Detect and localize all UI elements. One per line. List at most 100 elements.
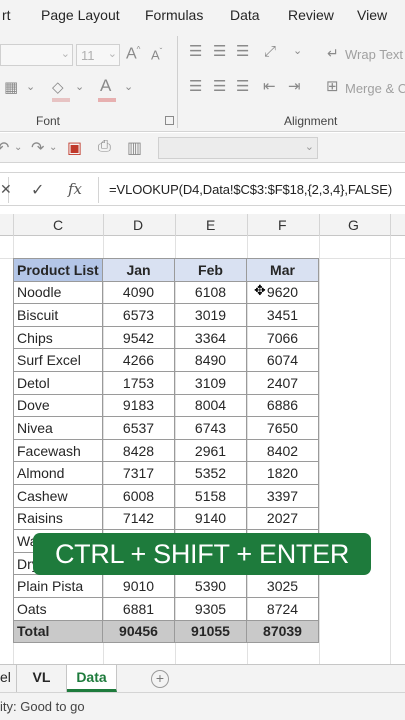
value-cell[interactable]: 9542 (102, 325, 175, 350)
value-cell[interactable]: 5158 (174, 483, 247, 508)
tab-view[interactable]: View (357, 7, 387, 23)
product-cell[interactable]: Dove (13, 393, 103, 418)
value-cell[interactable]: 91055 (174, 619, 247, 644)
value-cell[interactable]: 7066 (246, 325, 319, 350)
increase-font-icon[interactable]: A^ (126, 46, 140, 62)
wrap-text-label[interactable]: Wrap Text (345, 47, 403, 62)
align-center-icon[interactable]: ☰ (213, 79, 226, 94)
value-cell[interactable]: 6886 (246, 393, 319, 418)
chevron-down-icon[interactable]: ⌄ (293, 46, 302, 57)
increase-indent-icon[interactable]: ⇥ (288, 79, 301, 94)
tab-page-layout[interactable]: Page Layout (41, 7, 120, 23)
column-header-d[interactable]: D (133, 217, 143, 233)
align-middle-icon[interactable]: ☰ (213, 44, 226, 59)
value-cell[interactable]: 8428 (102, 438, 175, 463)
insert-function-icon[interactable]: fx (68, 180, 82, 198)
cancel-icon[interactable]: ✕ (0, 181, 12, 198)
add-sheet-icon[interactable]: + (151, 670, 169, 688)
value-cell[interactable]: 3364 (174, 325, 247, 350)
product-cell[interactable]: Facewash (13, 438, 103, 463)
value-cell[interactable]: 4090 (102, 280, 175, 305)
value-cell[interactable]: 6573 (102, 303, 175, 327)
column-header-f[interactable]: F (278, 217, 287, 233)
accessibility-status[interactable]: ity: Good to go (0, 699, 85, 714)
chevron-down-icon[interactable]: ⌄ (26, 82, 35, 93)
value-cell[interactable]: 2961 (174, 438, 247, 463)
chevron-down-icon[interactable]: ⌄ (124, 82, 133, 93)
formula-input[interactable]: =VLOOKUP(D4,Data!$C$3:$F$18,{2,3,4},FALS… (109, 182, 392, 197)
font-dialog-launcher-icon[interactable] (165, 116, 174, 125)
merge-center-label[interactable]: Merge & C (345, 81, 405, 96)
value-cell[interactable]: 6881 (102, 596, 175, 621)
merge-center-icon[interactable]: ⊞ (326, 79, 339, 94)
value-cell[interactable]: 9305 (174, 596, 247, 621)
decrease-font-icon[interactable]: Aˇ (151, 48, 162, 62)
value-cell[interactable]: Feb (174, 258, 247, 282)
value-cell[interactable]: 9140 (174, 506, 247, 531)
value-cell[interactable]: 7317 (102, 461, 175, 485)
column-header-e[interactable]: E (206, 217, 215, 233)
value-cell[interactable]: 6537 (102, 416, 175, 440)
value-cell[interactable]: 90456 (102, 619, 175, 644)
font-size-box[interactable]: 11 ⌄ (76, 44, 120, 66)
product-cell[interactable]: Biscuit (13, 303, 103, 327)
wrap-text-icon[interactable]: ↵ (327, 46, 339, 60)
product-cell[interactable]: Total (13, 619, 103, 644)
product-cell[interactable]: Noodle (13, 280, 103, 305)
chevron-down-icon[interactable]: ⌄ (14, 142, 22, 153)
tab-insert-partial[interactable]: rt (2, 7, 11, 23)
fill-color-icon[interactable]: ◇ (52, 80, 64, 95)
enter-icon[interactable]: ✓ (31, 180, 44, 200)
value-cell[interactable]: 8402 (246, 438, 319, 463)
product-cell[interactable]: Cashew (13, 483, 103, 508)
value-cell[interactable]: 6008 (102, 483, 175, 508)
align-top-icon[interactable]: ☰ (189, 44, 202, 59)
value-cell[interactable]: 9183 (102, 393, 175, 418)
value-cell[interactable]: Jan (102, 258, 175, 282)
value-cell[interactable]: 2407 (246, 370, 319, 395)
value-cell[interactable]: 3025 (246, 574, 319, 598)
product-cell[interactable]: Plain Pista (13, 574, 103, 598)
value-cell[interactable]: 8490 (174, 348, 247, 372)
value-cell[interactable]: 87039 (246, 619, 319, 644)
quick-access-combo[interactable]: ⌄ (158, 137, 318, 159)
undo-icon[interactable]: ↶ (0, 138, 9, 158)
font-name-box[interactable]: ⌄ (0, 44, 73, 66)
value-cell[interactable]: 3397 (246, 483, 319, 508)
product-cell[interactable]: Chips (13, 325, 103, 350)
value-cell[interactable]: 5390 (174, 574, 247, 598)
value-cell[interactable]: 7650 (246, 416, 319, 440)
sheet-tab-partial[interactable]: el (0, 665, 17, 692)
redo-icon[interactable]: ↷ (31, 138, 44, 158)
column-header-c[interactable]: C (53, 217, 63, 233)
chevron-down-icon[interactable]: ⌄ (49, 142, 57, 153)
value-cell[interactable]: Mar (246, 258, 319, 282)
value-cell[interactable]: 7142 (102, 506, 175, 531)
sheet-tab-data[interactable]: Data (67, 665, 117, 692)
value-cell[interactable]: 6108 (174, 280, 247, 305)
product-cell[interactable]: Nivea (13, 416, 103, 440)
value-cell[interactable]: 9010 (102, 574, 175, 598)
save-pdf-icon[interactable]: ▣ (67, 138, 82, 158)
chevron-down-icon[interactable]: ⌄ (75, 82, 84, 93)
value-cell[interactable]: 6074 (246, 348, 319, 372)
value-cell[interactable]: 8724 (246, 596, 319, 621)
align-left-icon[interactable]: ☰ (189, 79, 202, 94)
borders-icon[interactable]: ▦ (4, 80, 18, 95)
product-cell[interactable]: Product List (13, 258, 103, 282)
decrease-indent-icon[interactable]: ⇤ (263, 79, 276, 94)
value-cell[interactable]: 3451 (246, 303, 319, 327)
value-cell[interactable]: 2027 (246, 506, 319, 531)
orientation-icon[interactable]: ⤢ (264, 44, 276, 59)
tab-data[interactable]: Data (230, 7, 260, 23)
tab-formulas[interactable]: Formulas (145, 7, 203, 23)
value-cell[interactable]: 4266 (102, 348, 175, 372)
value-cell[interactable]: 1753 (102, 370, 175, 395)
product-cell[interactable]: Detol (13, 370, 103, 395)
product-cell[interactable]: Almond (13, 461, 103, 485)
product-cell[interactable]: Oats (13, 596, 103, 621)
tab-review[interactable]: Review (288, 7, 334, 23)
value-cell[interactable]: 8004 (174, 393, 247, 418)
value-cell[interactable]: 3109 (174, 370, 247, 395)
value-cell[interactable]: 1820 (246, 461, 319, 485)
